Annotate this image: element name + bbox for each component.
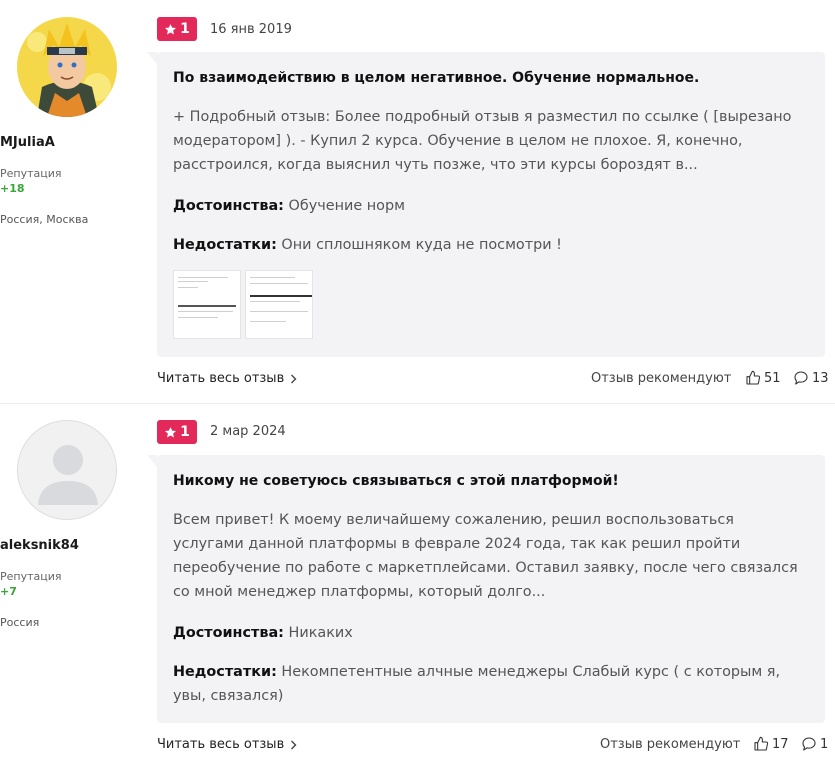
star-icon [165,426,177,437]
review-pros: Достоинства: Обучение норм [173,194,805,218]
review-cons: Недостатки: Некомпетентные алчные менедж… [173,660,805,708]
avatar[interactable] [17,17,117,117]
reputation-value: +7 [0,585,17,598]
star-icon [165,23,177,34]
recommend-label: Отзыв рекомендуют [600,737,741,752]
review-title[interactable]: Никому не советуюсь связываться с этой п… [173,471,809,491]
bubble-tail [147,455,157,467]
review-date: 16 янв 2019 [210,22,292,37]
recommend-label: Отзыв рекомендуют [591,371,732,386]
read-full-review-label: Читать весь отзыв [157,371,285,386]
like-button[interactable]: 51 [745,370,781,386]
comments-button[interactable]: 13 [793,370,829,386]
like-count: 51 [764,370,781,386]
rating-value: 1 [180,21,190,37]
read-full-review-label: Читать весь отзыв [157,737,285,752]
attached-image-thumbnail[interactable] [245,270,313,339]
attached-images [173,270,313,339]
comment-icon [794,371,808,385]
comment-count: 1 [820,736,829,752]
review-date: 2 мар 2024 [210,424,286,439]
author-location: Россия [0,616,40,629]
pros-label: Достоинства: [173,198,284,214]
chevron-right-icon [291,740,297,749]
chevron-right-icon [291,374,297,383]
read-full-review-link[interactable]: Читать весь отзыв [157,737,297,752]
thumbs-up-icon [746,370,761,385]
thumbs-up-icon [754,736,769,751]
pros-text: Обучение норм [288,198,405,214]
comments-button[interactable]: 1 [801,736,828,752]
author-name[interactable]: MJuliaA [0,135,135,150]
review-bubble: По взаимодействию в целом негативное. Об… [147,52,825,357]
like-button[interactable]: 17 [753,736,789,752]
pros-label: Достоинства: [173,625,284,641]
pros-text: Никаких [288,625,353,641]
cons-label: Недостатки: [173,664,277,680]
like-count: 17 [772,736,789,752]
review-body: Всем привет! К моему величайшему сожален… [173,512,798,600]
cons-text: Они сплошняком куда не посмотри ! [281,237,562,253]
review-cons: Недостатки: Они сплошняком куда не посмо… [173,233,805,257]
reputation-value: +18 [0,182,25,195]
bubble-tail [147,52,157,64]
review-body: + Подробный отзыв: Более подробный отзыв… [173,109,792,173]
author-location: Россия, Москва [0,213,89,226]
review-card: aleksnik84 Репутация +7 Россия 1 2 мар 2… [0,403,835,772]
author-name[interactable]: aleksnik84 [0,538,135,553]
comment-count: 13 [812,370,829,386]
rating-value: 1 [180,424,190,440]
anime-character-avatar-image [17,17,117,117]
default-user-avatar-icon [18,421,116,519]
review-bubble: Никому не советуюсь связываться с этой п… [147,455,825,723]
avatar[interactable] [17,420,117,520]
rating-badge: 1 [157,420,197,444]
review-card: MJuliaA Репутация +18 Россия, Москва 1 1… [0,0,835,403]
review-pros: Достоинства: Никаких [173,621,805,645]
comment-icon [802,737,816,751]
attached-image-thumbnail[interactable] [173,270,241,339]
reputation-label: Репутация [0,570,62,583]
rating-badge: 1 [157,17,197,41]
cons-label: Недостатки: [173,237,277,253]
reputation-label: Репутация [0,167,62,180]
review-title[interactable]: По взаимодействию в целом негативное. Об… [173,68,809,88]
read-full-review-link[interactable]: Читать весь отзыв [157,371,297,386]
